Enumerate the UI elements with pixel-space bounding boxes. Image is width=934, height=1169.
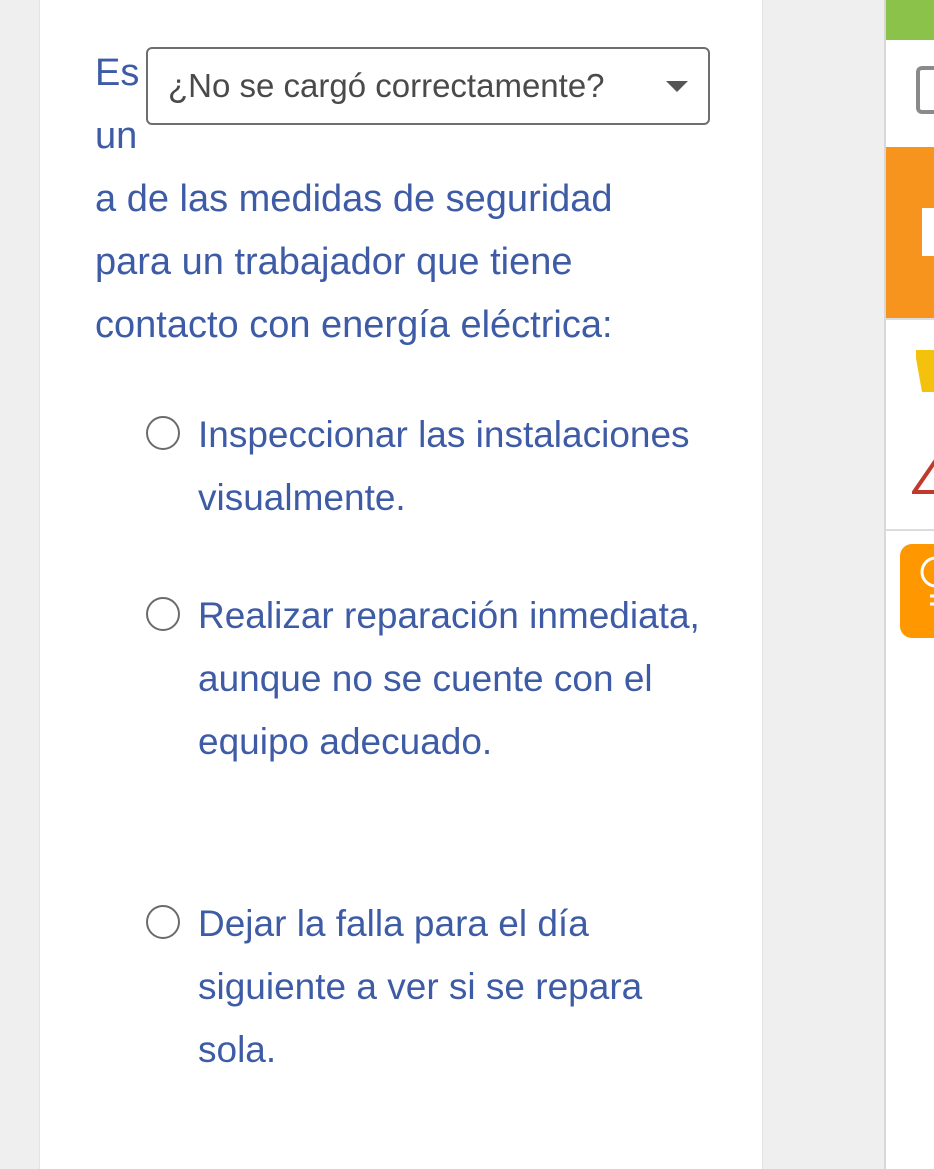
- warning-icon[interactable]: [912, 458, 934, 494]
- sidebar-divider: [886, 529, 934, 531]
- load-issue-dropdown-label: ¿No se cargó correctamente?: [168, 67, 605, 104]
- sidebar-green-tab[interactable]: [886, 0, 934, 40]
- bookmark-icon: [922, 208, 934, 256]
- caret-down-icon: [666, 81, 688, 92]
- question-line-4: para un trabajador que tiene: [95, 241, 573, 283]
- load-issue-dropdown[interactable]: ¿No se cargó correctamente?: [146, 47, 710, 125]
- radio-button-3[interactable]: [146, 905, 180, 939]
- question-line-5: contacto con energía eléctrica:: [95, 304, 613, 346]
- answer-option-3-label: Dejar la falla para el día siguiente a v…: [198, 903, 643, 1070]
- page: Es un a de las medidas de seguridad para…: [0, 0, 934, 1169]
- sidebar-divider: [886, 318, 934, 320]
- sidebar-amber-tab[interactable]: [900, 544, 934, 638]
- answer-option-3[interactable]: Dejar la falla para el día siguiente a v…: [146, 892, 706, 1081]
- question-line-3: a de las medidas de seguridad: [95, 178, 613, 220]
- question-card: Es un a de las medidas de seguridad para…: [39, 0, 763, 1169]
- checkbox-icon[interactable]: [916, 66, 934, 114]
- right-sidebar: [884, 0, 934, 1169]
- answer-option-2[interactable]: Realizar reparación inmediata, aunque no…: [146, 584, 706, 773]
- answer-option-1[interactable]: Inspeccionar las instalaciones visualmen…: [146, 403, 706, 529]
- note-icon[interactable]: [916, 350, 934, 392]
- radio-button-1[interactable]: [146, 416, 180, 450]
- answer-option-2-label: Realizar reparación inmediata, aunque no…: [198, 595, 700, 762]
- lightbulb-icon: [920, 556, 934, 606]
- radio-button-2[interactable]: [146, 597, 180, 631]
- answer-option-1-label: Inspeccionar las instalaciones visualmen…: [198, 414, 690, 518]
